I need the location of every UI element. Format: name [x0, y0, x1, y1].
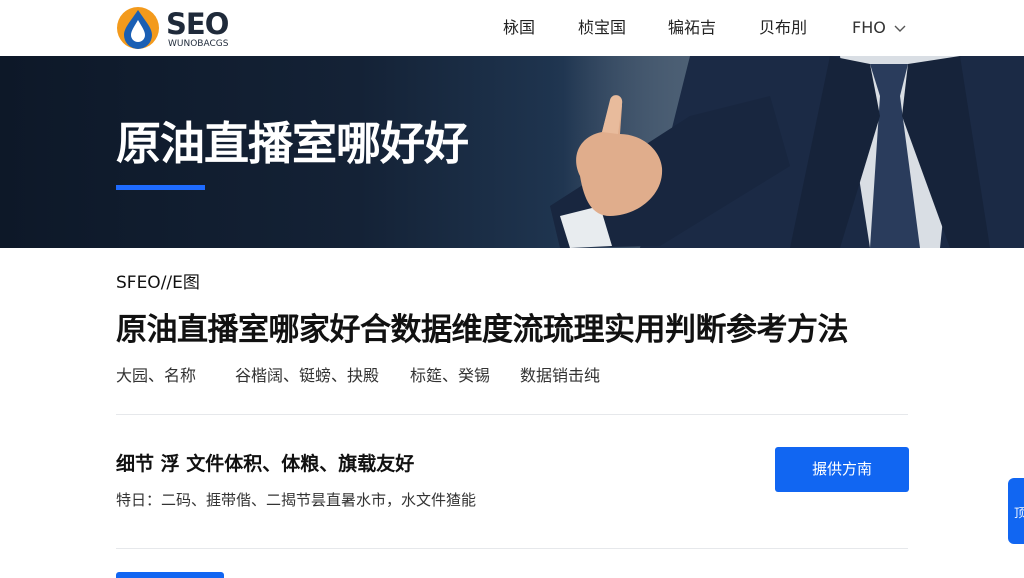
divider [116, 414, 908, 415]
page-title: 原油直播室哪家好合数据维度流琉理实用判断参考方法 [116, 312, 849, 348]
meta-tag-1: 大园、名称 [116, 366, 197, 385]
nav-item-1[interactable]: 栐国 [503, 17, 535, 39]
hero-banner: 原油直播室哪好好 [0, 56, 1024, 248]
divider [116, 548, 908, 549]
floating-side-tab[interactable]: 顶 [1008, 478, 1024, 544]
bottom-button-partial[interactable] [116, 572, 224, 578]
section-description: 特日：二码、捱带偕、二揭节昙直暑水市，水文件猹能 [116, 491, 477, 509]
section-heading: 细节 浮 文件体积、体粮、旗载友好 [116, 453, 415, 475]
nav-item-4[interactable]: 贝布刖 [759, 17, 807, 39]
meta-tag-4: 数据销击纯 [520, 366, 601, 385]
main-nav: 栐国 桢宝国 犏祏吉 贝布刖 FHO [0, 17, 1024, 39]
businessman-pointing-image [540, 56, 1024, 248]
nav-item-2[interactable]: 桢宝国 [578, 17, 626, 39]
nav-item-3[interactable]: 犏祏吉 [668, 17, 716, 39]
meta-tag-3: 标筵、癸锡 [410, 366, 491, 385]
chevron-down-icon[interactable] [893, 21, 907, 35]
nav-item-language[interactable]: FHO [852, 17, 886, 39]
hero-title: 原油直播室哪好好 [116, 117, 469, 170]
logo-tagline: WUNOBACGS [168, 39, 229, 49]
meta-tag-2: 谷楷阔、铤螃、抉殿 [235, 366, 380, 385]
site-header: SEO WUNOBACGS 栐国 桢宝国 犏祏吉 贝布刖 FHO [0, 0, 1024, 56]
side-tab-label: 顶 [1014, 506, 1024, 520]
hero-accent-bar [116, 185, 205, 190]
primary-action-button[interactable]: 搌供方南 [775, 447, 909, 492]
breadcrumb[interactable]: SFEO//E图 [116, 271, 200, 295]
